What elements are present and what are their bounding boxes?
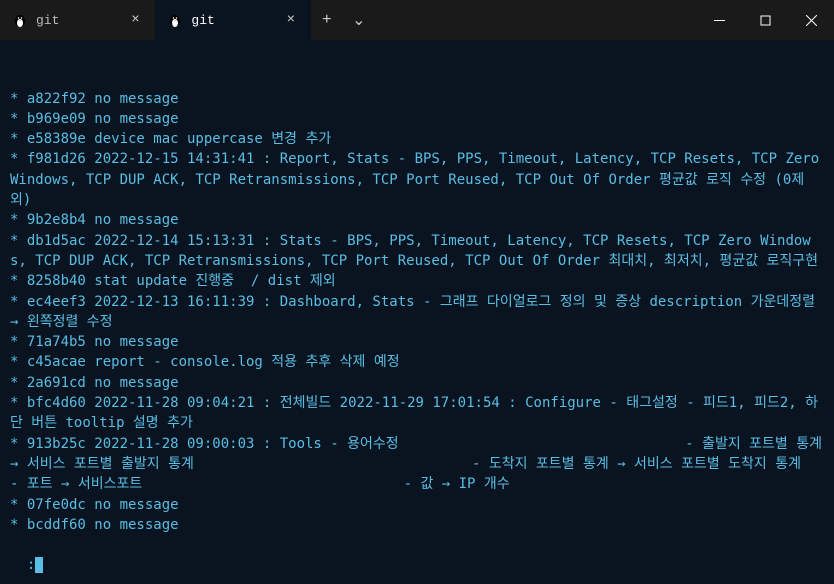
maximize-button[interactable]: [742, 0, 788, 40]
log-line: * a822f92 no message: [10, 89, 824, 109]
tab-title: git: [191, 13, 214, 28]
penguin-icon: [12, 12, 28, 28]
log-line: * 2a691cd no message: [10, 373, 824, 393]
log-line: * db1d5ac 2022-12-14 15:13:31 : Stats - …: [10, 231, 824, 272]
tabs-area: git × git × + ⌄: [0, 0, 375, 40]
close-button[interactable]: [788, 0, 834, 40]
log-line: * b969e09 no message: [10, 109, 824, 129]
log-line: * 07fe0dc no message: [10, 495, 824, 515]
new-tab-button[interactable]: +: [311, 0, 343, 40]
log-line: * 8258b40 stat update 진행중 / dist 제외: [10, 271, 824, 291]
log-line: * f981d26 2022-12-15 14:31:41 : Report, …: [10, 149, 824, 210]
tab-dropdown-button[interactable]: ⌄: [343, 0, 375, 40]
log-line: * 71a74b5 no message: [10, 332, 824, 352]
prompt-line: :: [27, 557, 43, 573]
close-icon[interactable]: ×: [283, 12, 299, 28]
log-line: * 913b25c 2022-11-28 09:00:03 : Tools - …: [10, 434, 824, 495]
minimize-button[interactable]: [696, 0, 742, 40]
log-line: * e58389e device mac uppercase 변경 추가: [10, 129, 824, 149]
log-line: * ec4eef3 2022-12-13 16:11:39 : Dashboar…: [10, 292, 824, 333]
penguin-icon: [167, 12, 183, 28]
prompt: :: [27, 557, 35, 573]
close-icon[interactable]: ×: [127, 12, 143, 28]
tab-git-inactive[interactable]: git ×: [0, 0, 155, 40]
window-controls: [696, 0, 834, 40]
titlebar: git × git × + ⌄: [0, 0, 834, 40]
log-line: * bcddf60 no message: [10, 515, 824, 535]
terminal-output[interactable]: * a822f92 no message* b969e09 no message…: [0, 40, 834, 584]
log-line: * c45acae report - console.log 적용 추후 삭제 …: [10, 352, 824, 372]
cursor: [35, 557, 43, 573]
tab-actions: + ⌄: [311, 0, 375, 40]
tab-git-active[interactable]: git ×: [155, 0, 310, 40]
tab-title: git: [36, 13, 59, 28]
log-line: * bfc4d60 2022-11-28 09:04:21 : 전체빌드 202…: [10, 393, 824, 434]
log-line: * 9b2e8b4 no message: [10, 210, 824, 230]
